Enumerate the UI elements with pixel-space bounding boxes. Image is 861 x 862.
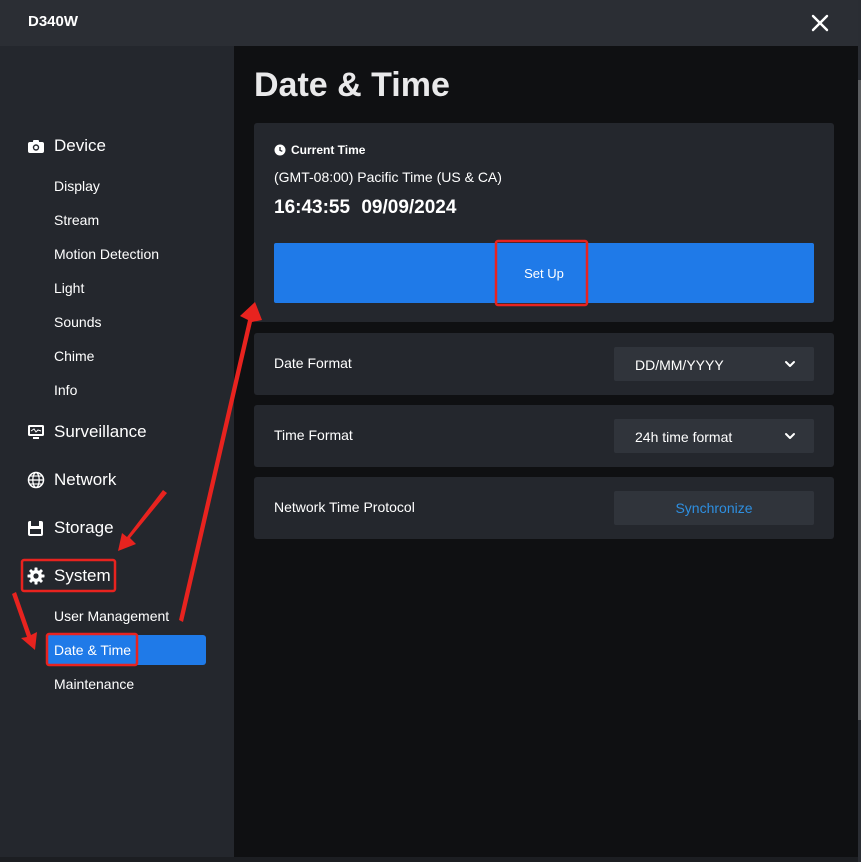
sidebar-section-surveillance[interactable]: Surveillance — [26, 420, 147, 444]
sidebar-item-sounds[interactable]: Sounds — [54, 314, 101, 330]
window-bottom-edge — [0, 857, 858, 862]
set-up-button[interactable]: Set Up — [274, 243, 814, 303]
sidebar-section-label: Storage — [54, 518, 114, 537]
sidebar-item-maintenance[interactable]: Maintenance — [54, 676, 134, 692]
sidebar-item-display[interactable]: Display — [54, 178, 100, 194]
sidebar-section-system[interactable]: System — [26, 564, 111, 588]
sidebar-item-user-management[interactable]: User Management — [54, 608, 169, 624]
globe-icon — [26, 471, 45, 490]
sidebar-section-label: Network — [54, 470, 117, 489]
clock-icon — [274, 144, 286, 156]
settings-window: D340W Device Display Stream Motion Detec… — [0, 0, 858, 862]
chevron-down-icon — [785, 433, 795, 439]
time-format-select[interactable]: 24h time format — [614, 419, 814, 453]
date-format-select[interactable]: DD/MM/YYYY — [614, 347, 814, 381]
date-format-label: Date Format — [274, 355, 352, 371]
synchronize-button[interactable]: Synchronize — [614, 491, 814, 525]
close-icon — [811, 14, 829, 32]
sidebar-section-device[interactable]: Device — [26, 134, 106, 158]
current-time-heading: Current Time — [274, 143, 365, 157]
sidebar-section-label: System — [54, 566, 111, 585]
sidebar-item-stream[interactable]: Stream — [54, 212, 99, 228]
sidebar-section-network[interactable]: Network — [26, 468, 116, 492]
gear-icon — [26, 567, 45, 586]
ntp-row: Network Time Protocol Synchronize — [254, 477, 834, 539]
page-title: Date & Time — [254, 66, 450, 104]
time-format-label: Time Format — [274, 427, 353, 443]
date-format-row: Date Format DD/MM/YYYY — [254, 333, 834, 395]
chevron-down-icon — [785, 361, 795, 367]
current-time-label: Current Time — [291, 143, 366, 157]
sidebar-section-storage[interactable]: Storage — [26, 516, 114, 540]
main-content: Date & Time Current Time (GMT-08:00) Pac… — [234, 46, 858, 857]
sidebar-item-light[interactable]: Light — [54, 280, 84, 296]
ntp-label: Network Time Protocol — [274, 499, 415, 515]
title-bar: D340W — [0, 0, 858, 46]
timezone-text: (GMT-08:00) Pacific Time (US & CA) — [274, 169, 502, 185]
sidebar-section-label: Surveillance — [54, 422, 147, 441]
sidebar-section-label: Device — [54, 136, 106, 155]
sidebar-item-info[interactable]: Info — [54, 382, 77, 398]
current-date-value: 09/09/2024 — [361, 197, 457, 218]
current-time-card: Current Time (GMT-08:00) Pacific Time (U… — [254, 123, 834, 322]
time-format-value: 24h time format — [635, 429, 733, 445]
window-title: D340W — [28, 13, 79, 30]
floppy-disk-icon — [26, 519, 45, 538]
date-format-value: DD/MM/YYYY — [635, 357, 724, 373]
sidebar-item-chime[interactable]: Chime — [54, 348, 94, 364]
sidebar-item-date-time[interactable]: Date & Time — [54, 642, 131, 658]
time-format-row: Time Format 24h time format — [254, 405, 834, 467]
close-button[interactable] — [806, 9, 834, 37]
monitor-icon — [26, 423, 45, 442]
current-time-value: 16:43:55 — [274, 197, 351, 218]
current-datetime: 16:43:55 09/09/2024 — [274, 197, 456, 219]
sidebar: Device Display Stream Motion Detection L… — [0, 46, 234, 857]
camera-icon — [26, 137, 45, 156]
sidebar-item-motion-detection[interactable]: Motion Detection — [54, 246, 159, 262]
